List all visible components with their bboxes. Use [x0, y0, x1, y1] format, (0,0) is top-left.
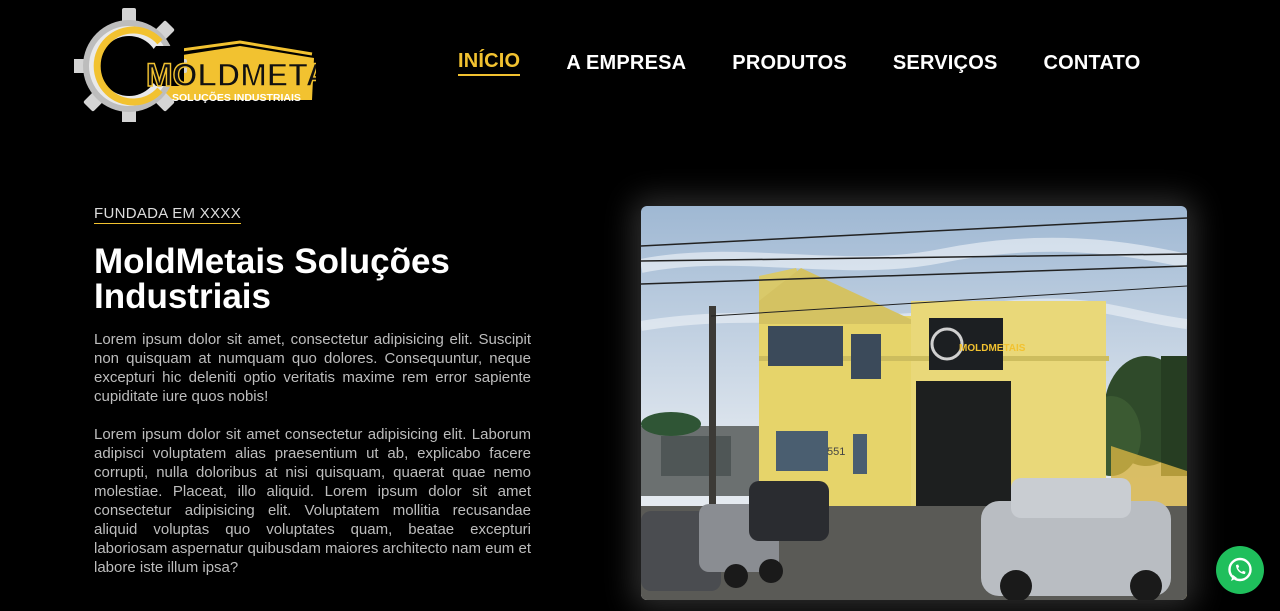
- nav-produtos[interactable]: PRODUTOS: [732, 52, 847, 75]
- hero-paragraph-2: Lorem ipsum dolor sit amet consectetur a…: [94, 426, 531, 576]
- logo-wordmark: MOLDMETAIS: [146, 57, 316, 93]
- company-building-photo: MOLDMETAIS 551: [641, 206, 1187, 600]
- nav-inicio[interactable]: INÍCIO: [458, 50, 521, 76]
- logo-tagline: SOLUÇÕES INDUSTRIAIS: [172, 91, 301, 104]
- whatsapp-icon: [1228, 557, 1252, 582]
- founded-label: FUNDADA EM XXXX: [94, 205, 242, 224]
- nav-a-empresa[interactable]: A EMPRESA: [566, 52, 686, 75]
- building-number: 551: [827, 446, 845, 458]
- hero-text: FUNDADA EM XXXX MoldMetais Soluções Indu…: [94, 205, 531, 596]
- hero-title: MoldMetais Soluções Industriais: [94, 242, 450, 316]
- sign-text: MOLDMETAIS: [959, 343, 1026, 354]
- brand-logo[interactable]: MOLDMETAIS SOLUÇÕES INDUSTRIAIS: [71, 6, 359, 124]
- nav-servicos[interactable]: SERVIÇOS: [893, 52, 998, 75]
- whatsapp-button[interactable]: [1216, 546, 1264, 594]
- hero-paragraph-1: Lorem ipsum dolor sit amet, consectetur …: [94, 331, 531, 405]
- main-nav: INÍCIO A EMPRESA PRODUTOS SERVIÇOS CONTA…: [458, 50, 1140, 76]
- nav-contato[interactable]: CONTATO: [1044, 52, 1141, 75]
